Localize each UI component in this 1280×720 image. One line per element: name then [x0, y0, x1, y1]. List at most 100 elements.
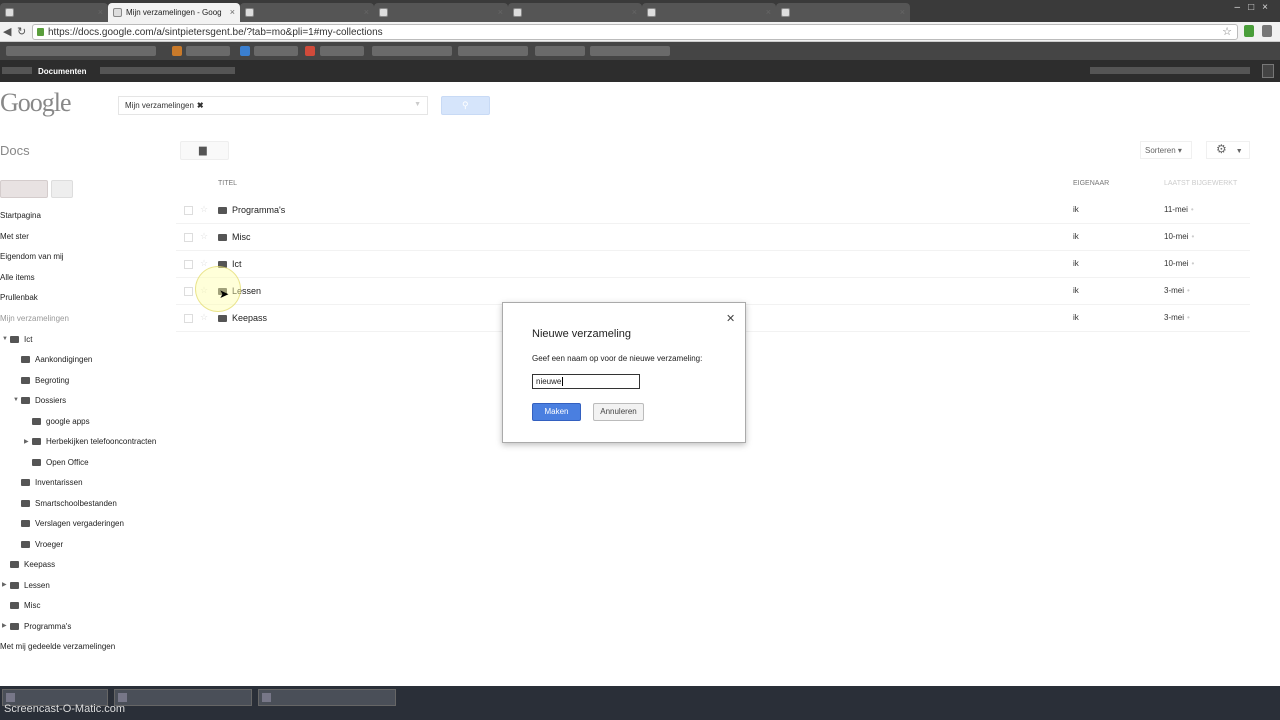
sidebar-shared-collections[interactable]: Met mij gedeelde verzamelingen	[0, 642, 115, 651]
expand-icon[interactable]: ▶	[24, 438, 29, 445]
bookmark-item[interactable]	[458, 46, 528, 56]
table-row[interactable]: ☆ Misc ik 10-mei •	[176, 224, 1250, 251]
expand-icon[interactable]: ▶	[2, 622, 7, 629]
upload-button[interactable]	[51, 180, 73, 198]
bookmark-item[interactable]	[186, 46, 230, 56]
close-icon[interactable]: ×	[498, 3, 503, 22]
column-header-modified[interactable]: Laatst bijgewerkt	[1164, 180, 1237, 187]
star-icon[interactable]: ☆	[200, 258, 208, 269]
tree-item[interactable]: Ict	[10, 335, 32, 344]
row-checkbox[interactable]	[184, 287, 193, 296]
search-button[interactable]: ⚲	[441, 96, 490, 115]
bookmark-icon[interactable]	[305, 46, 315, 56]
close-icon[interactable]: ✕	[726, 312, 735, 325]
column-header-owner[interactable]: Eigenaar	[1073, 180, 1109, 187]
google-logo[interactable]: Google	[0, 88, 72, 118]
address-bar[interactable]: https://docs.google.com/a/sintpietersgen…	[32, 24, 1238, 40]
star-icon[interactable]: ☆	[200, 204, 208, 215]
bookmark-item[interactable]	[254, 46, 298, 56]
sidebar-item-owned[interactable]: Eigendom van mij	[0, 252, 64, 261]
collapse-icon[interactable]: ▼	[13, 397, 19, 403]
bookmark-icon[interactable]	[240, 46, 250, 56]
browser-tab-1[interactable]: ×	[0, 3, 108, 22]
window-controls[interactable]: –□×	[1235, 2, 1276, 13]
column-header-title[interactable]: Titel	[218, 180, 237, 187]
sidebar-item-starred[interactable]: Met ster	[0, 232, 29, 241]
bookmark-item[interactable]	[590, 46, 670, 56]
bookmark-star-icon[interactable]: ☆	[1222, 25, 1232, 38]
table-row[interactable]: ☆ Ict ik 10-mei •	[176, 251, 1250, 278]
star-icon[interactable]: ☆	[200, 231, 208, 242]
bookmark-item[interactable]	[372, 46, 452, 56]
tree-item[interactable]: Smartschoolbestanden	[21, 499, 117, 508]
extension-icon[interactable]	[1244, 25, 1254, 37]
row-checkbox[interactable]	[184, 314, 193, 323]
browser-tab-6[interactable]: ×	[642, 3, 776, 22]
bookmark-item[interactable]	[535, 46, 585, 56]
tree-item[interactable]: Programma's	[10, 622, 71, 631]
close-icon[interactable]: ×	[98, 3, 103, 22]
back-icon[interactable]: ◀	[3, 25, 11, 38]
tree-item[interactable]: Lessen	[10, 581, 50, 590]
cancel-button[interactable]: Annuleren	[593, 403, 644, 421]
account-email[interactable]	[1090, 67, 1250, 74]
tree-item[interactable]: Inventarissen	[21, 478, 83, 487]
table-row[interactable]: ☆ Lessen ik 3-mei •	[176, 278, 1250, 305]
sidebar-item-home[interactable]: Startpagina	[0, 211, 41, 220]
gbar-settings-icon[interactable]	[1262, 64, 1274, 78]
row-title[interactable]: Programma's	[218, 205, 285, 215]
chevron-down-icon[interactable]: ▼	[414, 101, 421, 108]
wrench-icon[interactable]	[1262, 25, 1272, 37]
search-input[interactable]: Mijn verzamelingen ✖ ▼	[118, 96, 428, 115]
sidebar-item-all[interactable]: Alle items	[0, 273, 35, 282]
close-icon[interactable]: ×	[364, 3, 369, 22]
close-icon[interactable]: ×	[632, 3, 637, 22]
reload-icon[interactable]: ↻	[17, 25, 26, 38]
gbar-item[interactable]	[2, 67, 32, 74]
browser-tab-3[interactable]: ×	[240, 3, 374, 22]
row-title[interactable]: Keepass	[218, 313, 267, 323]
sidebar-item-trash[interactable]: Prullenbak	[0, 293, 38, 302]
sort-button[interactable]: Sorteren ▾	[1140, 141, 1192, 159]
close-icon[interactable]: ×	[766, 3, 771, 22]
tree-item[interactable]: Keepass	[10, 560, 55, 569]
sidebar-collections-header[interactable]: Mijn verzamelingen	[0, 314, 69, 323]
tree-item[interactable]: Misc	[10, 601, 40, 610]
tree-item[interactable]: google apps	[32, 417, 90, 426]
bookmark-item[interactable]	[6, 46, 156, 56]
gbar-item-documents[interactable]: Documenten	[38, 67, 86, 76]
star-icon[interactable]: ☆	[200, 312, 208, 323]
tree-item[interactable]: Aankondigingen	[21, 355, 92, 364]
tree-item[interactable]: Verslagen vergaderingen	[21, 519, 124, 528]
browser-tab-5[interactable]: ×	[508, 3, 642, 22]
bookmark-icon[interactable]	[172, 46, 182, 56]
settings-button[interactable]: ⚙ ▼	[1206, 141, 1250, 159]
expand-icon[interactable]: ▶	[2, 581, 7, 588]
tree-item[interactable]: Vroeger	[21, 540, 63, 549]
tree-item[interactable]: Dossiers	[21, 396, 66, 405]
gbar-item[interactable]	[100, 67, 235, 74]
tree-item[interactable]: Begroting	[21, 376, 69, 385]
create-button[interactable]	[0, 180, 48, 198]
row-checkbox[interactable]	[184, 260, 193, 269]
browser-tab-active[interactable]: Mijn verzamelingen - Goog ×	[108, 3, 240, 22]
tree-item[interactable]: Open Office	[32, 458, 89, 467]
close-icon[interactable]: ×	[230, 3, 235, 22]
taskbar-button[interactable]	[114, 689, 252, 706]
tree-item[interactable]: Herbekijken telefooncontracten	[32, 437, 156, 446]
bookmark-item[interactable]	[320, 46, 364, 56]
browser-tab-4[interactable]: ×	[374, 3, 508, 22]
window-icon	[118, 693, 127, 702]
make-button[interactable]: Maken	[532, 403, 581, 421]
collapse-icon[interactable]: ▼	[2, 336, 8, 342]
new-collection-button[interactable]: ▆	[180, 141, 229, 160]
collection-name-input[interactable]: nieuwe	[532, 374, 640, 389]
row-checkbox[interactable]	[184, 233, 193, 242]
remove-chip-icon[interactable]: ✖	[197, 101, 204, 110]
taskbar-button[interactable]	[258, 689, 396, 706]
browser-tab-7[interactable]: ×	[776, 3, 910, 22]
close-icon[interactable]: ×	[900, 3, 905, 22]
table-row[interactable]: ☆ Programma's ik 11-mei •	[176, 197, 1250, 224]
row-checkbox[interactable]	[184, 206, 193, 215]
row-title[interactable]: Misc	[218, 232, 251, 242]
